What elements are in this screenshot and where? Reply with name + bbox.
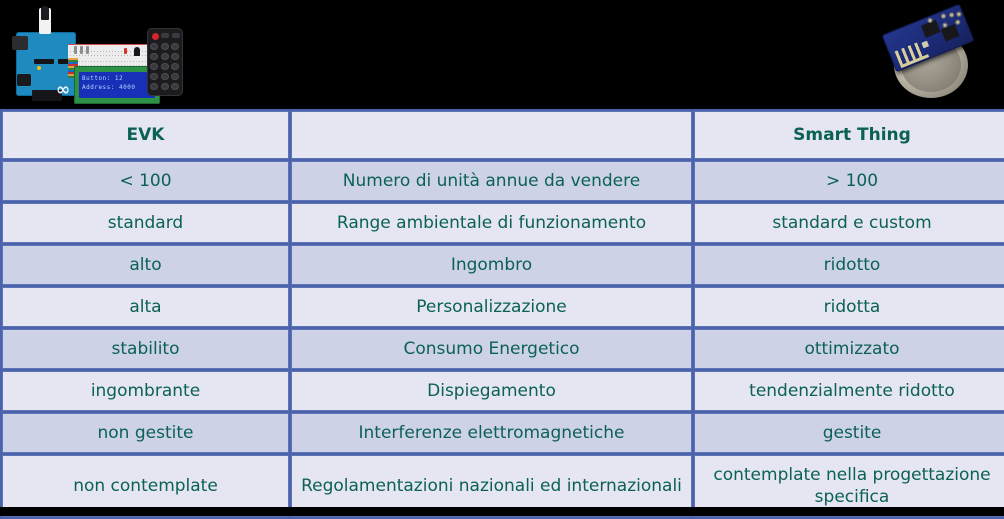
- remote-button: [171, 33, 180, 38]
- table-row: alta Personalizzazione ridotta: [2, 287, 1004, 327]
- lcd-line-1: Button: 12: [82, 75, 124, 82]
- breadboard-hole-row: [70, 55, 158, 56]
- remote-button: [161, 33, 169, 38]
- lcd-screen: Button: 12 Address: 4000: [79, 72, 155, 98]
- remote-button: [171, 43, 180, 50]
- cell-smart-thing-value: ottimizzato: [694, 329, 1004, 369]
- cell-criterion: Interferenze elettromagnetiche: [291, 413, 692, 453]
- cell-smart-thing-value: > 100: [694, 161, 1004, 201]
- table-row: alto Ingombro ridotto: [2, 245, 1004, 285]
- ir-remote-icon: [147, 28, 183, 96]
- remote-button: [150, 83, 158, 90]
- table-header-row: EVK Smart Thing: [2, 111, 1004, 159]
- remote-button: [171, 63, 180, 70]
- cell-evk-value: alta: [2, 287, 289, 327]
- remote-button: [150, 53, 158, 60]
- remote-button: [150, 43, 158, 50]
- remote-keypad: [150, 43, 180, 90]
- cell-smart-thing-value: ridotto: [694, 245, 1004, 285]
- cell-evk-value: non gestite: [2, 413, 289, 453]
- ir-receiver-cap-icon: [41, 6, 49, 20]
- table-row: < 100 Numero di unità annue da vendere >…: [2, 161, 1004, 201]
- remote-button: [150, 73, 158, 80]
- cell-smart-thing-value: tendenzialmente ridotto: [694, 371, 1004, 411]
- esp-solder-pad: [955, 10, 963, 18]
- cell-criterion: Ingombro: [291, 245, 692, 285]
- cell-criterion: Personalizzazione: [291, 287, 692, 327]
- cell-smart-thing-value: gestite: [694, 413, 1004, 453]
- table-body: < 100 Numero di unità annue da vendere >…: [2, 161, 1004, 517]
- column-header-evk: EVK: [2, 111, 289, 159]
- esp-solder-pad: [940, 12, 947, 20]
- media-band: ∞ Button: 12 Address: 4000: [0, 0, 1004, 121]
- remote-power-button-icon: [152, 33, 159, 40]
- cell-criterion: Consumo Energetico: [291, 329, 692, 369]
- remote-button: [171, 83, 180, 90]
- remote-button: [171, 53, 180, 60]
- cell-evk-value: stabilito: [2, 329, 289, 369]
- table-row: non gestite Interferenze elettromagnetic…: [2, 413, 1004, 453]
- cell-evk-value: ingombrante: [2, 371, 289, 411]
- arduino-infinity-logo: ∞: [56, 80, 70, 100]
- breadboard-component: [74, 46, 77, 54]
- arduino-power-jack-icon: [17, 74, 31, 86]
- arduino-led-yellow: [37, 66, 41, 70]
- cell-criterion: Numero di unità annue da vendere: [291, 161, 692, 201]
- arduino-header-top-left: [34, 59, 54, 64]
- cell-evk-value: alto: [2, 245, 289, 285]
- breadboard-led: [124, 48, 127, 54]
- arduino-usb-port-icon: [12, 36, 28, 50]
- breadboard-transistor: [134, 47, 140, 56]
- breadboard-hole-row: [70, 51, 158, 52]
- cell-smart-thing-value: standard e custom: [694, 203, 1004, 243]
- remote-button: [160, 63, 169, 70]
- remote-button: [160, 83, 169, 90]
- remote-button: [160, 53, 169, 60]
- esp-crystal-icon: [921, 40, 930, 49]
- cell-criterion: Dispiegamento: [291, 371, 692, 411]
- cell-evk-value: standard: [2, 203, 289, 243]
- remote-button: [150, 63, 158, 70]
- breadboard-component: [80, 46, 83, 54]
- cell-evk-value: < 100: [2, 161, 289, 201]
- table-row: standard Range ambientale di funzionamen…: [2, 203, 1004, 243]
- esp8266-module-on-coin-photo: [872, 3, 992, 102]
- column-header-criterion: [291, 111, 692, 159]
- table-row: ingombrante Dispiegamento tendenzialment…: [2, 371, 1004, 411]
- arduino-breadboard-lcd-remote-photo: ∞ Button: 12 Address: 4000: [12, 6, 183, 121]
- remote-top-buttons: [161, 33, 180, 38]
- breadboard-component: [86, 46, 89, 54]
- breadboard-hole-row: [70, 61, 158, 62]
- esp-solder-pad: [948, 11, 955, 19]
- remote-button: [160, 43, 169, 50]
- cell-criterion: Range ambientale di funzionamento: [291, 203, 692, 243]
- remote-button: [171, 73, 180, 80]
- table-header: EVK Smart Thing: [2, 111, 1004, 159]
- slide-canvas: ∞ Button: 12 Address: 4000 EVK Smart Thi…: [0, 0, 1004, 519]
- lcd-line-2: Address: 4000: [82, 84, 136, 91]
- evk-vs-smart-thing-table: EVK Smart Thing < 100 Numero di unità an…: [0, 109, 1004, 519]
- bottom-black-strip: [0, 507, 1004, 516]
- cell-smart-thing-value: ridotta: [694, 287, 1004, 327]
- comparison-table-container: EVK Smart Thing < 100 Numero di unità an…: [0, 109, 1004, 519]
- esp-solder-pad: [954, 18, 962, 26]
- table-row: stabilito Consumo Energetico ottimizzato: [2, 329, 1004, 369]
- column-header-smart-thing: Smart Thing: [694, 111, 1004, 159]
- remote-button: [160, 73, 169, 80]
